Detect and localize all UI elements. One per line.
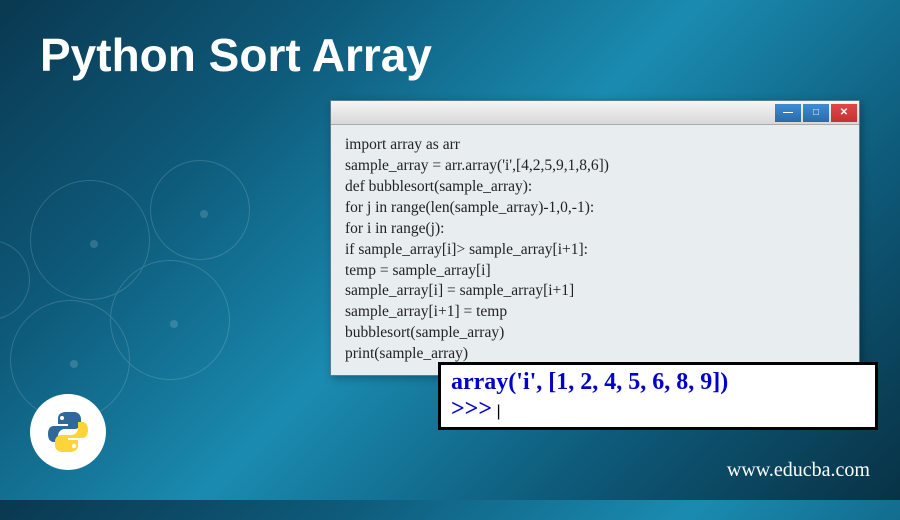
code-line: if sample_array[i]> sample_array[i+1]: <box>345 240 845 261</box>
code-editor-window: — □ ✕ import array as arr sample_array =… <box>330 100 860 376</box>
code-line: def bubblesort(sample_array): <box>345 177 845 198</box>
code-line: sample_array = arr.array('i',[4,2,5,9,1,… <box>345 156 845 177</box>
window-title-bar: — □ ✕ <box>331 101 859 125</box>
code-line: sample_array[i+1] = temp <box>345 302 845 323</box>
minimize-button[interactable]: — <box>775 104 801 122</box>
page-title: Python Sort Array <box>40 28 432 82</box>
code-line: temp = sample_array[i] <box>345 261 845 282</box>
text-cursor: | <box>496 403 500 420</box>
code-line: for i in range(j): <box>345 219 845 240</box>
code-content: import array as arr sample_array = arr.a… <box>331 125 859 375</box>
maximize-button[interactable]: □ <box>803 104 829 122</box>
code-line: import array as arr <box>345 135 845 156</box>
code-line: sample_array[i] = sample_array[i+1] <box>345 281 845 302</box>
code-line: bubblesort(sample_array) <box>345 323 845 344</box>
python-logo-icon <box>30 394 106 470</box>
output-result: array('i', [1, 2, 4, 5, 6, 8, 9]) <box>451 369 865 396</box>
code-line: for j in range(len(sample_array)-1,0,-1)… <box>345 198 845 219</box>
prompt-line: >>> | <box>451 396 865 423</box>
close-button[interactable]: ✕ <box>831 104 857 122</box>
website-url: www.educba.com <box>727 459 870 482</box>
python-prompt: >>> <box>451 396 492 422</box>
output-console: array('i', [1, 2, 4, 5, 6, 8, 9]) >>> | <box>438 362 878 430</box>
